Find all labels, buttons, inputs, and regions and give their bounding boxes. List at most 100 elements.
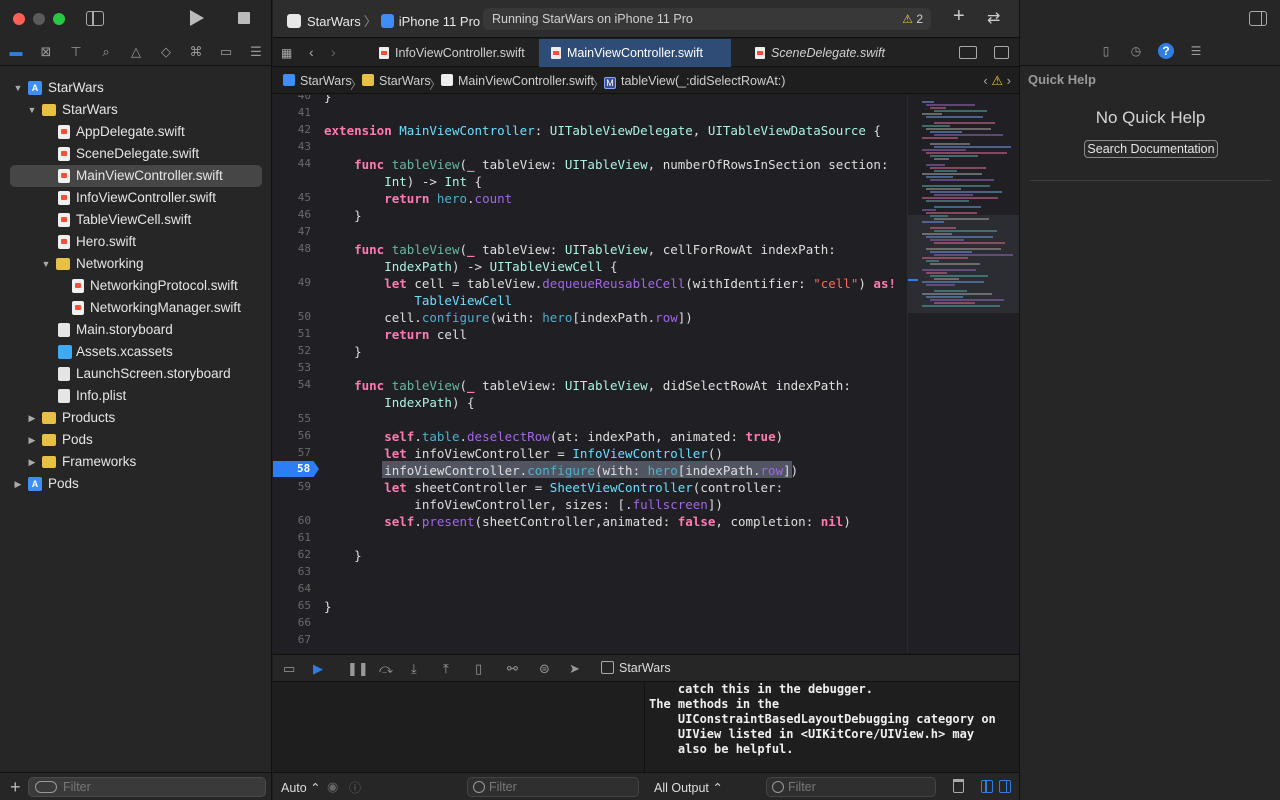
navigator-filter-input[interactable]: Filter [28,777,266,797]
issue-navigator-icon[interactable]: △ [128,44,144,60]
close-window-button[interactable] [13,13,25,25]
maximize-window-button[interactable] [53,13,65,25]
jumpbar-symbol[interactable]: MtableView(_:didSelectRowAt:) [604,74,785,89]
disclosure-closed-icon[interactable]: ▶ [26,407,38,429]
tab-scenedelegate[interactable]: SceneDelegate.swift [743,39,903,67]
console-output[interactable]: catch this in the debugger. The methods … [646,683,1019,772]
tree-row-project-starwars[interactable]: ▼ StarWars [0,77,272,99]
jumpbar-project[interactable]: StarWars [283,74,352,88]
disclosure-open-icon[interactable]: ▼ [12,77,24,99]
editor-options-icon[interactable] [959,46,977,59]
find-navigator-icon[interactable]: ⌕ [98,44,114,60]
tree-row-file-selected[interactable]: MainViewController.swift [10,165,262,187]
disclosure-closed-icon[interactable]: ▶ [26,451,38,473]
breakpoint-marker[interactable] [273,461,319,477]
hide-debug-area-icon[interactable]: ▭ [283,661,295,677]
variables-scope-select[interactable]: Auto ⌃ [281,780,321,795]
trash-icon[interactable] [953,779,964,793]
disclosure-open-icon[interactable]: ▼ [26,99,38,121]
add-file-button[interactable]: + [10,777,21,798]
step-out-icon[interactable]: ⤒ [443,661,449,677]
back-arrow-icon[interactable]: ‹ [309,44,314,60]
tab-infoviewcontroller[interactable]: InfoViewController.swift [367,39,537,67]
tree-row-file[interactable]: NetworkingManager.swift [0,297,272,319]
view-hierarchy-icon[interactable]: ▯ [475,661,482,677]
tree-row-group-starwars[interactable]: ▼ StarWars [0,99,272,121]
folder-navigator-icon[interactable]: ▬ [8,44,24,60]
search-documentation-button[interactable]: Search Documentation [1084,140,1218,158]
simulate-location-icon[interactable]: ➤ [569,661,580,677]
minimize-window-button[interactable] [33,13,45,25]
code-line: } [324,344,362,359]
disclosure-closed-icon[interactable]: ▶ [12,473,24,495]
debug-navigator-icon[interactable]: ⌘ [188,44,204,60]
minimap[interactable] [907,95,1019,653]
tree-row-file[interactable]: AppDelegate.swift [0,121,272,143]
variables-view[interactable] [273,683,645,772]
output-select[interactable]: All Output ⌃ [654,780,723,795]
tree-row-file[interactable]: InfoViewController.swift [0,187,272,209]
breakpoints-toggle-icon[interactable]: ▶ [313,661,323,677]
file-inspector-icon[interactable]: ▯ [1098,43,1114,59]
jumpbar-file[interactable]: MainViewController.swift [441,74,594,88]
tree-row-file[interactable]: Assets.xcassets [0,341,272,363]
memory-graph-icon[interactable]: ⚯ [507,661,518,677]
tree-row-project-pods[interactable]: ▶ Pods [0,473,272,495]
tree-row-file[interactable]: Hero.swift [0,231,272,253]
tree-row-group-products[interactable]: ▶ Products [0,407,272,429]
show-console-icon[interactable] [999,780,1011,793]
split-editor-icon[interactable] [994,46,1009,59]
source-control-icon[interactable]: ⊠ [38,44,54,60]
filter-options-icon[interactable] [35,781,57,793]
line-number-gutter[interactable]: 40 41 42 43 44 45 46 47 48 49 50 51 52 53 54 55 56 57 59 60… [273,95,317,653]
disclosure-open-icon[interactable]: ▼ [40,253,52,275]
warning-indicator[interactable]: ⚠ 2 [902,12,923,26]
code-review-toggle-icon[interactable]: ⇄ [987,8,1000,28]
minimap-line [922,113,942,115]
show-variables-icon[interactable] [981,780,993,793]
source-editor[interactable]: 40 41 42 43 44 45 46 47 48 49 50 51 52 53 54 55 56 57 59 60… [273,95,907,653]
run-button[interactable] [190,10,204,26]
scheme-selector[interactable]: StarWars 〉 iPhone 11 Pro [287,11,480,30]
info-icon[interactable]: ⓘ [349,779,361,796]
step-over-icon[interactable]: ⤼ [379,661,393,677]
tree-row-group-pods[interactable]: ▶ Pods [0,429,272,451]
tree-row-file[interactable]: LaunchScreen.storyboard [0,363,272,385]
breakpoint-navigator-icon[interactable]: ▭ [218,44,234,60]
issue-navigation[interactable]: ‹ ⚠ › [983,73,1011,89]
eye-icon[interactable]: ◉ [327,779,338,795]
activity-viewer[interactable]: Running StarWars on iPhone 11 Pro ⚠ 2 [483,8,931,30]
attributes-inspector-icon[interactable]: ☰ [1188,43,1204,59]
pause-icon[interactable]: ❚❚ [347,661,369,677]
tree-row-file[interactable]: Info.plist [0,385,272,407]
debug-process-label[interactable]: StarWars [601,661,671,675]
jumpbar-group[interactable]: StarWars [362,74,431,88]
code-line: return cell [384,327,468,342]
inspector-toggle-icon[interactable] [1249,11,1267,26]
report-navigator-icon[interactable]: ☰ [248,44,264,60]
history-inspector-icon[interactable]: ◷ [1128,43,1144,59]
previous-issue-icon[interactable]: ‹ [983,73,987,88]
tab-mainviewcontroller[interactable]: MainViewController.swift [539,39,731,67]
tree-row-group-frameworks[interactable]: ▶ Frameworks [0,451,272,473]
related-items-icon[interactable]: ▦ [281,46,292,60]
tree-row-file[interactable]: SceneDelegate.swift [0,143,272,165]
symbol-navigator-icon[interactable]: ⊤ [68,44,84,60]
tree-label: Hero.swift [76,234,137,249]
console-filter-input[interactable]: Filter [766,777,936,797]
disclosure-closed-icon[interactable]: ▶ [26,429,38,451]
forward-arrow-icon[interactable]: › [331,44,336,60]
variables-filter-input[interactable]: Filter [467,777,639,797]
library-add-button[interactable]: + [953,5,965,28]
tree-row-file[interactable]: TableViewCell.swift [0,209,272,231]
environment-overrides-icon[interactable]: ⊜ [539,661,550,677]
navigator-toggle-icon[interactable] [86,11,104,26]
quick-help-icon[interactable]: ? [1158,43,1174,59]
stop-button[interactable] [238,12,250,24]
next-issue-icon[interactable]: › [1007,73,1011,88]
test-navigator-icon[interactable]: ◇ [158,44,174,60]
tree-row-group-networking[interactable]: ▼ Networking [0,253,272,275]
tree-row-file[interactable]: NetworkingProtocol.swift [0,275,272,297]
step-into-icon[interactable]: ⤓ [411,661,417,677]
tree-row-file[interactable]: Main.storyboard [0,319,272,341]
